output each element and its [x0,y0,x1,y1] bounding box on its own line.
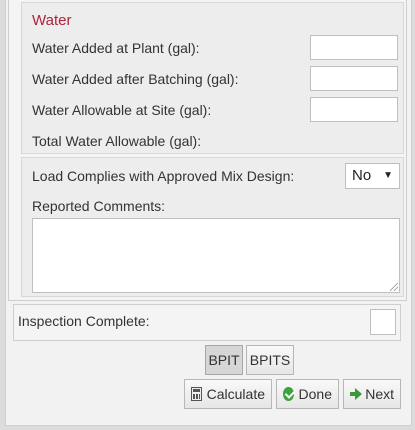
load-complies-select[interactable]: No ▼ [345,163,400,189]
water-added-at-plant-input[interactable] [310,35,398,60]
inspection-complete-checkbox[interactable] [370,309,396,335]
done-button[interactable]: Done [276,379,339,409]
inspection-complete-label: Inspection Complete: [18,313,150,329]
reported-comments-label: Reported Comments: [32,198,166,214]
calculate-button[interactable]: Calculate [184,379,272,409]
load-complies-value: No [352,167,372,184]
next-button[interactable]: Next [343,379,401,409]
water-section: Water Water Added at Plant (gal): Water … [21,2,404,154]
inspection-complete-row: Inspection Complete: [13,304,401,341]
water-allowable-at-site-label: Water Allowable at Site (gal): [32,102,212,118]
water-added-after-batching-label: Water Added after Batching (gal): [32,71,239,87]
load-section: Load Complies with Approved Mix Design: … [21,157,404,297]
water-section-title: Water [32,12,72,29]
water-allowable-at-site-input[interactable] [310,97,398,122]
water-added-at-plant-label: Water Added at Plant (gal): [32,40,200,56]
reported-comments-textarea[interactable] [32,218,400,293]
done-button-label: Done [298,386,332,402]
water-added-after-batching-input[interactable] [310,66,398,91]
check-circle-icon [283,387,294,401]
calculate-button-label: Calculate [206,386,265,402]
bpits-button[interactable]: BPITS [246,345,294,375]
arrow-right-icon [350,388,363,400]
load-complies-label: Load Complies with Approved Mix Design: [32,168,295,184]
form-fieldset: Water Water Added at Plant (gal): Water … [8,0,407,301]
calculator-icon [191,387,202,401]
bpit-button[interactable]: BPIT [205,345,243,375]
chevron-down-icon: ▼ [383,170,393,181]
next-button-label: Next [365,386,394,402]
total-water-allowable-label: Total Water Allowable (gal): [32,133,202,149]
resize-grip-icon[interactable] [390,283,398,291]
